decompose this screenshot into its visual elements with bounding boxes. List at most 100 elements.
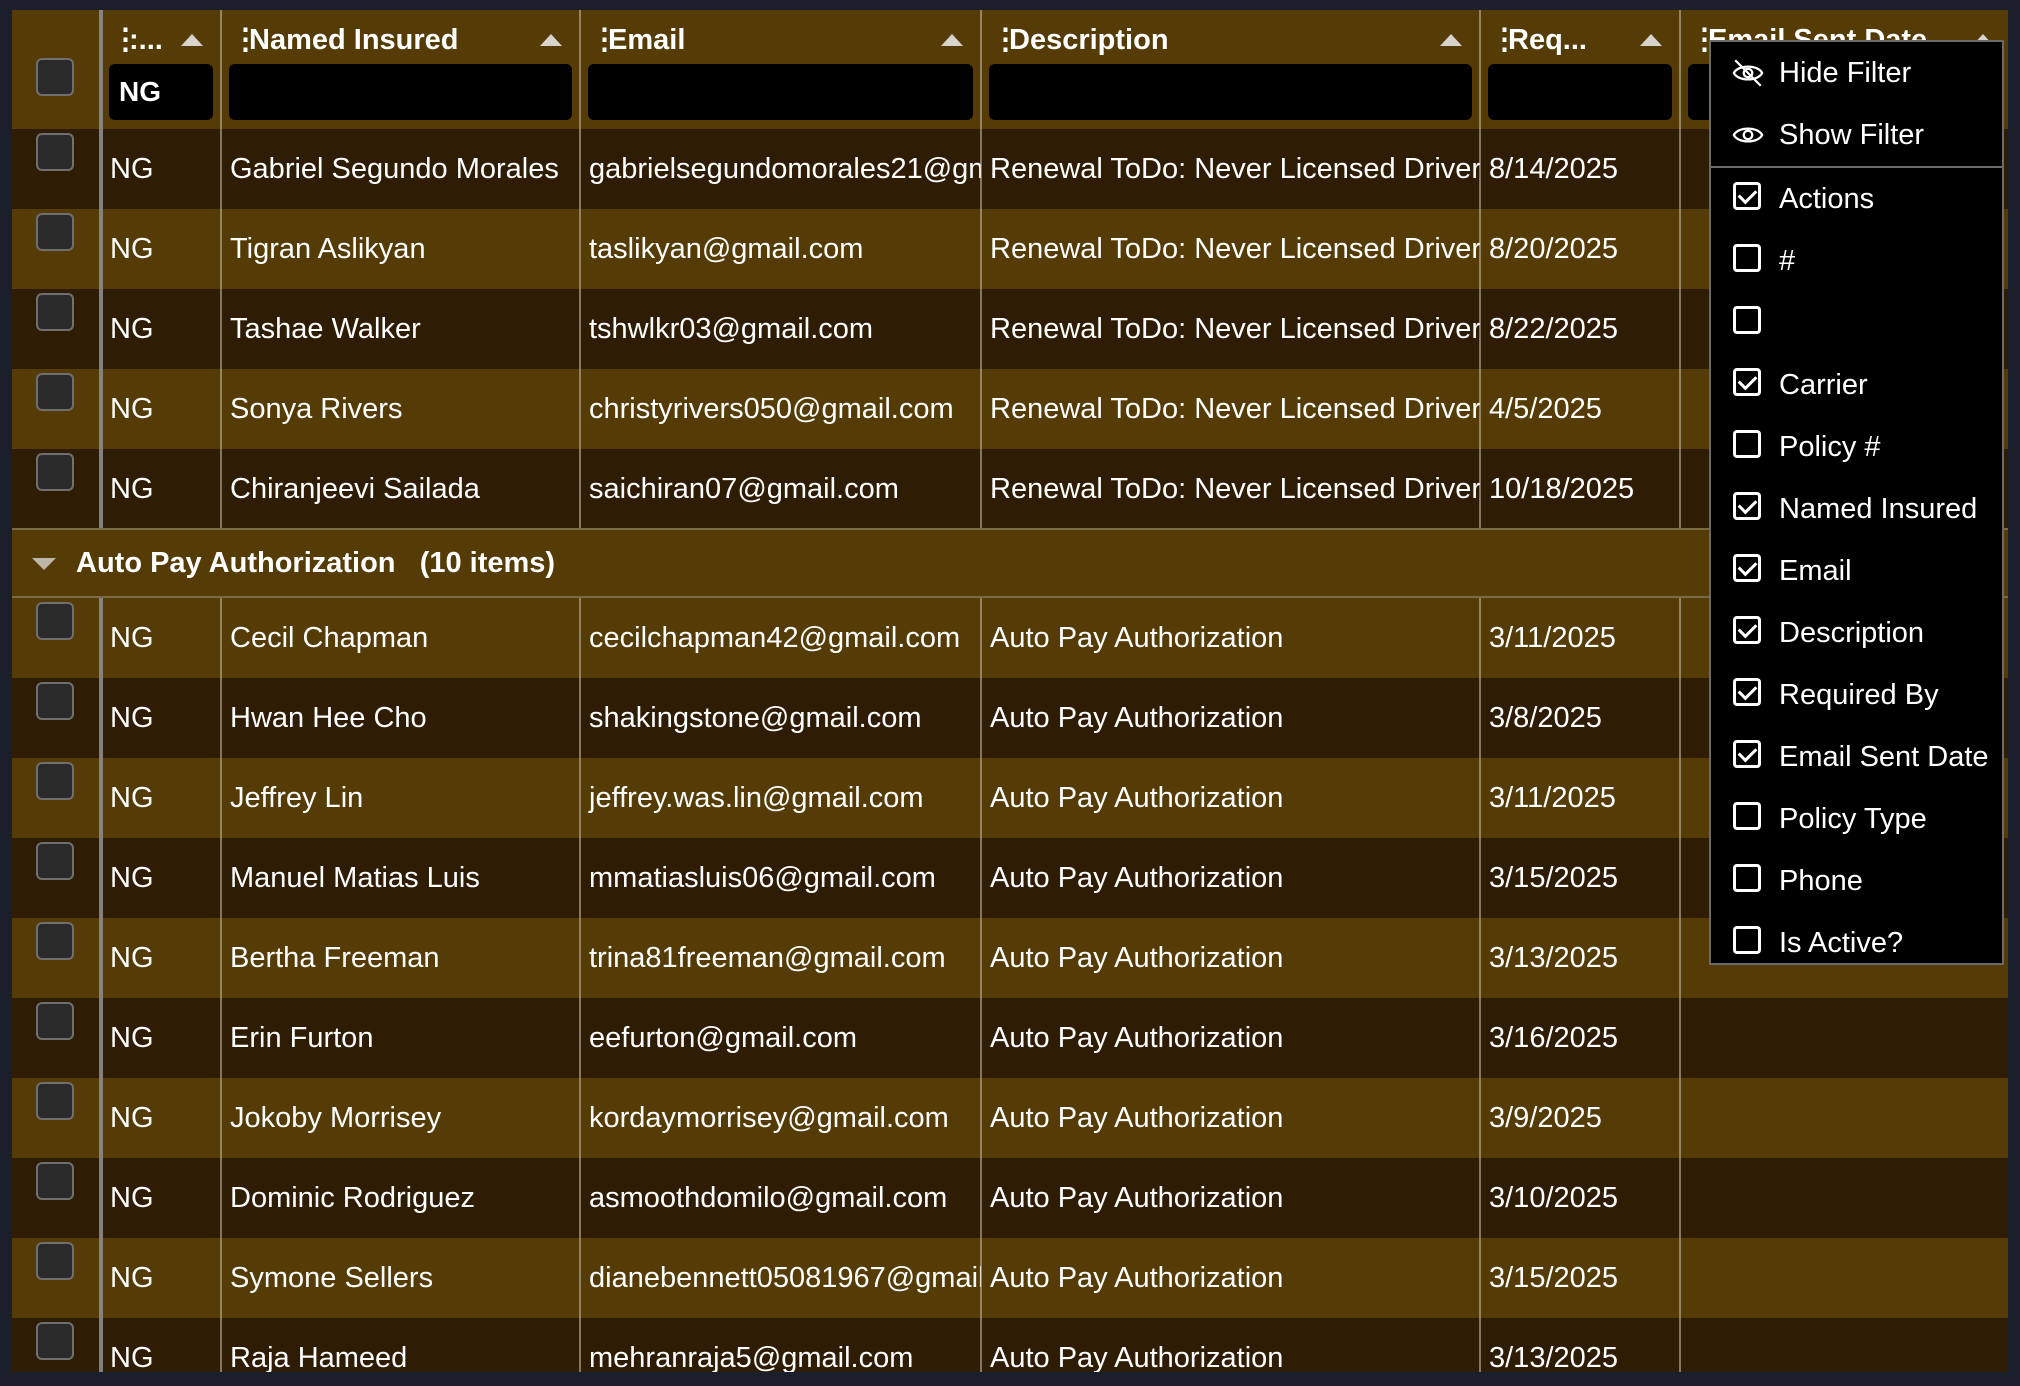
checkbox[interactable] xyxy=(1733,740,1761,768)
filter-input-required-by[interactable] xyxy=(1488,64,1672,120)
row-checkbox[interactable] xyxy=(36,1162,74,1200)
row-checkbox[interactable] xyxy=(36,922,74,960)
cell-email-sent-date xyxy=(1680,998,2008,1078)
row-checkbox[interactable] xyxy=(36,373,74,411)
row-checkbox[interactable] xyxy=(36,213,74,251)
row-checkbox[interactable] xyxy=(36,133,74,171)
sort-asc-icon[interactable] xyxy=(1640,34,1662,46)
checkbox[interactable] xyxy=(1733,430,1761,458)
cell-email: christyrivers050@gmail.com xyxy=(589,393,954,425)
table-row[interactable]: NG Erin Furton eefurton@gmail.com Auto Pay … xyxy=(12,998,2008,1078)
column-divider xyxy=(1479,10,1481,528)
header-text: Email xyxy=(608,24,686,56)
cell-named-insured: Chiranjeevi Sailada xyxy=(230,473,480,505)
column-divider xyxy=(99,598,103,1372)
column-menu-icon[interactable]: ⋮ xyxy=(991,22,1020,57)
column-toggle-email[interactable]: Email xyxy=(1711,540,2002,602)
header-email[interactable]: ⋮Email xyxy=(580,10,981,129)
cell-required-by: 3/9/2025 xyxy=(1489,1102,1602,1134)
cell-carrier: NG xyxy=(110,702,154,734)
column-toggle-blank[interactable] xyxy=(1711,292,2002,354)
row-checkbox[interactable] xyxy=(36,682,74,720)
select-all-checkbox[interactable] xyxy=(36,58,74,96)
show-filter-item[interactable]: Show Filter xyxy=(1711,104,2002,166)
cell-carrier: NG xyxy=(110,233,154,265)
header-description[interactable]: ⋮Description xyxy=(981,10,1480,129)
column-toggle-phone[interactable]: Phone xyxy=(1711,850,2002,912)
column-toggle-email-sent-date[interactable]: Email Sent Date xyxy=(1711,726,2002,788)
row-checkbox[interactable] xyxy=(36,453,74,491)
filter-input-named-insured[interactable] xyxy=(229,64,572,120)
sort-asc-icon[interactable] xyxy=(181,34,203,46)
cell-email: mehranraja5@gmail.com xyxy=(589,1342,914,1372)
column-menu-icon[interactable]: ⋮ xyxy=(590,22,619,57)
filter-input-description[interactable] xyxy=(989,64,1472,120)
filter-input-email[interactable] xyxy=(588,64,973,120)
cell-description: Renewal ToDo: Never Licensed Driver xyxy=(990,313,1480,345)
checkbox[interactable] xyxy=(1733,368,1761,396)
column-toggle-blank[interactable]: # xyxy=(1711,230,2002,292)
table-row[interactable]: NG Jokoby Morrisey kordaymorrisey@gmail.co… xyxy=(12,1078,2008,1158)
cell-description: Renewal ToDo: Never Licensed Driver xyxy=(990,233,1480,265)
row-checkbox[interactable] xyxy=(36,762,74,800)
cell-description: Auto Pay Authorization xyxy=(990,622,1284,654)
column-toggle-named-insured[interactable]: Named Insured xyxy=(1711,478,2002,540)
collapse-caret-icon[interactable] xyxy=(32,558,56,570)
column-toggle-actions[interactable]: Actions xyxy=(1711,168,2002,230)
sort-asc-icon[interactable] xyxy=(941,34,963,46)
column-toggle-required-by[interactable]: Required By xyxy=(1711,664,2002,726)
row-checkbox[interactable] xyxy=(36,1002,74,1040)
column-toggle-label: Required By xyxy=(1779,679,1939,711)
column-toggle-label: Named Insured xyxy=(1779,493,1978,525)
sort-asc-icon[interactable] xyxy=(1440,34,1462,46)
row-checkbox[interactable] xyxy=(36,1322,74,1360)
eye-off-icon xyxy=(1732,59,1764,87)
row-checkbox[interactable] xyxy=(36,1242,74,1280)
column-toggle-policy[interactable]: Policy # xyxy=(1711,416,2002,478)
cell-named-insured: Symone Sellers xyxy=(230,1262,434,1294)
filter-input-carrier[interactable]: NG xyxy=(109,64,213,120)
checkbox[interactable] xyxy=(1733,678,1761,706)
hide-filter-item[interactable]: Hide Filter xyxy=(1711,42,2002,104)
checkbox[interactable] xyxy=(1733,802,1761,830)
column-toggle-description[interactable]: Description xyxy=(1711,602,2002,664)
checkbox[interactable] xyxy=(1733,616,1761,644)
checkbox[interactable] xyxy=(1733,554,1761,582)
header-carrier[interactable]: ⋮:... NG xyxy=(101,10,221,129)
table-row[interactable]: NG Dominic Rodriguez asmoothdomilo@gmail.c… xyxy=(12,1158,2008,1238)
row-checkbox[interactable] xyxy=(36,1082,74,1120)
header-label: ⋮Description xyxy=(991,22,1438,57)
checkbox[interactable] xyxy=(1733,864,1761,892)
cell-email: jeffrey.was.lin@gmail.com xyxy=(589,782,924,814)
column-menu-icon[interactable]: ⋮ xyxy=(111,22,140,57)
table-row[interactable]: NG Symone Sellers dianebennett05081967@gma… xyxy=(12,1238,2008,1318)
column-toggle-is-active[interactable]: Is Active? xyxy=(1711,912,2002,974)
cell-description: Auto Pay Authorization xyxy=(990,1262,1284,1294)
cell-required-by: 8/22/2025 xyxy=(1489,313,1619,345)
cell-required-by: 3/13/2025 xyxy=(1489,1342,1619,1372)
checkbox[interactable] xyxy=(1733,244,1761,272)
column-menu-icon[interactable]: ⋮ xyxy=(1690,22,1719,57)
row-checkbox[interactable] xyxy=(36,602,74,640)
cell-description: Auto Pay Authorization xyxy=(990,782,1284,814)
table-row[interactable]: NG Raja Hameed mehranraja5@gmail.com Auto P… xyxy=(12,1318,2008,1372)
show-filter-label: Show Filter xyxy=(1779,119,1925,151)
sort-asc-icon[interactable] xyxy=(540,34,562,46)
column-menu-icon[interactable]: ⋮ xyxy=(1490,22,1519,57)
header-text: :... xyxy=(129,24,163,56)
row-checkbox[interactable] xyxy=(36,293,74,331)
checkbox[interactable] xyxy=(1733,182,1761,210)
checkbox[interactable] xyxy=(1733,492,1761,520)
checkbox[interactable] xyxy=(1733,926,1761,954)
column-menu-icon[interactable]: ⋮ xyxy=(231,22,260,57)
header-required-by[interactable]: ⋮Req... xyxy=(1480,10,1680,129)
column-toggle-policy-type[interactable]: Policy Type xyxy=(1711,788,2002,850)
row-checkbox[interactable] xyxy=(36,842,74,880)
column-toggle-label: Actions xyxy=(1779,183,1875,215)
header-named-insured[interactable]: ⋮Named Insured xyxy=(221,10,580,129)
column-toggle-carrier[interactable]: Carrier xyxy=(1711,354,2002,416)
cell-carrier: NG xyxy=(110,473,154,505)
header-label: ⋮Named Insured xyxy=(231,22,538,57)
cell-named-insured: Cecil Chapman xyxy=(230,622,429,654)
checkbox[interactable] xyxy=(1733,306,1761,334)
